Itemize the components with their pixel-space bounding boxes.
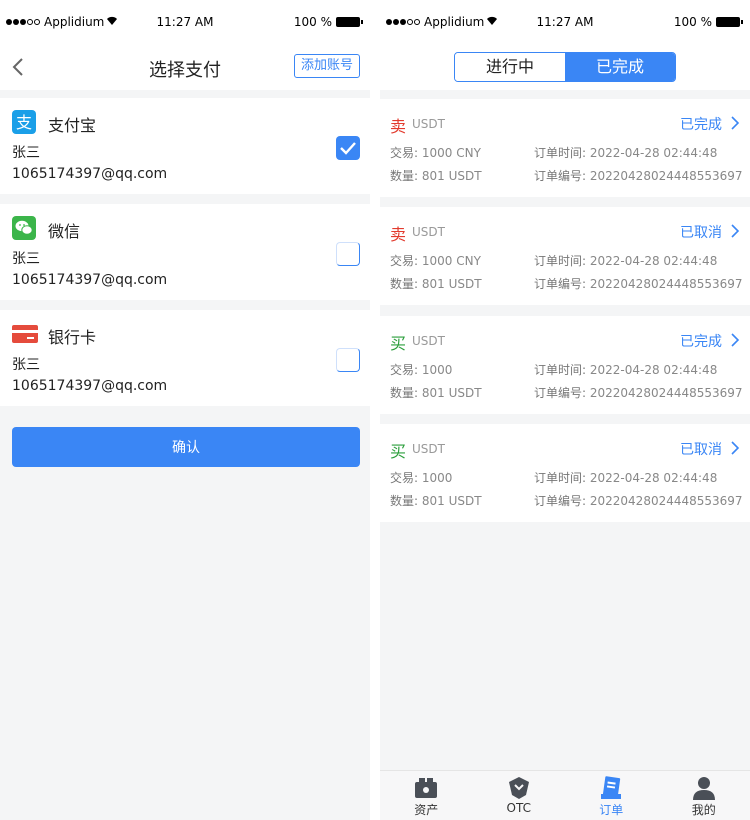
tab-completed[interactable]: 已完成: [565, 53, 675, 81]
payment-name: 微信: [48, 222, 81, 241]
nav-bar: 选择支付 添加账号: [0, 44, 370, 90]
tab-otc[interactable]: OTC: [473, 771, 566, 820]
wallet-icon: [415, 778, 438, 798]
order-side: 卖: [390, 117, 407, 136]
tab-in-progress[interactable]: 进行中: [455, 53, 565, 81]
orders-screen: Applidium 11:27 AM 100 % 进行中 已完成 卖 USDT …: [380, 0, 750, 820]
order-card[interactable]: 买 USDT 已取消 交易: 1000 数量: 801 USDT 订单时间: 2…: [380, 424, 750, 522]
order-tab-bar: 进行中 已完成: [380, 44, 750, 90]
payment-holder: 张三: [12, 145, 40, 161]
order-side: 买: [390, 442, 407, 461]
payment-method-bank-card[interactable]: 银行卡 张三 1065174397@qq.com: [0, 310, 370, 406]
chevron-right-icon: [731, 441, 740, 455]
battery-percent: 100 %: [673, 15, 712, 29]
checkbox-unchecked[interactable]: [336, 348, 360, 372]
order-side: 卖: [390, 225, 407, 244]
payment-name: 支付宝: [48, 116, 97, 135]
battery-icon: [716, 17, 743, 27]
wechat-icon: [12, 216, 36, 240]
order-no-row: 订单编号: 20220428024448553697: [534, 169, 743, 183]
order-status: 已完成: [680, 334, 722, 350]
alipay-icon: 支: [12, 110, 36, 134]
tab-assets[interactable]: 资产: [380, 771, 473, 820]
order-time-row: 订单时间: 2022-04-28 02:44:48: [534, 254, 718, 268]
battery-indicator: 100 %: [293, 15, 363, 29]
bottom-tab-bar: 资产 OTC 订单 我的: [380, 770, 750, 820]
checkbox-checked[interactable]: [336, 136, 360, 160]
order-time-row: 订单时间: 2022-04-28 02:44:48: [534, 146, 718, 160]
order-no-row: 订单编号: 20220428024448553697: [534, 277, 743, 291]
order-time-row: 订单时间: 2022-04-28 02:44:48: [534, 363, 718, 377]
order-icon: [601, 776, 622, 799]
otc-icon: [508, 777, 529, 799]
order-status: 已完成: [680, 117, 722, 133]
trade-row: 交易: 1000: [390, 363, 453, 377]
select-payment-screen: Applidium 11:27 AM 100 % 选择支付 添加账号 支 支付宝…: [0, 0, 370, 820]
trade-row: 交易: 1000 CNY: [390, 146, 481, 160]
chevron-right-icon: [731, 116, 740, 130]
payment-method-alipay[interactable]: 支 支付宝 张三 1065174397@qq.com: [0, 98, 370, 194]
order-card[interactable]: 卖 USDT 已取消 交易: 1000 CNY 数量: 801 USDT 订单时…: [380, 207, 750, 305]
tab-profile[interactable]: 我的: [658, 771, 750, 820]
quantity-row: 数量: 801 USDT: [390, 169, 482, 183]
payment-account: 1065174397@qq.com: [12, 272, 168, 288]
check-icon: [340, 142, 356, 155]
bank-card-icon: [12, 322, 38, 346]
order-coin: USDT: [412, 225, 445, 239]
battery-indicator: 100 %: [673, 15, 743, 29]
battery-icon: [336, 17, 363, 27]
battery-percent: 100 %: [293, 15, 332, 29]
quantity-row: 数量: 801 USDT: [390, 277, 482, 291]
order-card[interactable]: 卖 USDT 已完成 交易: 1000 CNY 数量: 801 USDT 订单时…: [380, 99, 750, 197]
add-account-button[interactable]: 添加账号: [293, 54, 360, 78]
order-no-row: 订单编号: 20220428024448553697: [534, 386, 743, 400]
tab-orders[interactable]: 订单: [565, 771, 658, 820]
order-coin: USDT: [412, 334, 445, 348]
order-side: 买: [390, 334, 407, 353]
order-status: 已取消: [680, 442, 722, 458]
segmented-control: 进行中 已完成: [454, 52, 676, 82]
trade-row: 交易: 1000: [390, 471, 453, 485]
svg-text:支: 支: [16, 113, 32, 132]
order-time-row: 订单时间: 2022-04-28 02:44:48: [534, 471, 718, 485]
order-no-row: 订单编号: 20220428024448553697: [534, 494, 743, 508]
payment-account: 1065174397@qq.com: [12, 378, 168, 394]
chevron-right-icon: [731, 333, 740, 347]
payment-name: 银行卡: [48, 328, 97, 347]
payment-holder: 张三: [12, 251, 40, 267]
trade-row: 交易: 1000 CNY: [390, 254, 481, 268]
checkbox-unchecked[interactable]: [336, 242, 360, 266]
payment-holder: 张三: [12, 357, 40, 373]
quantity-row: 数量: 801 USDT: [390, 494, 482, 508]
confirm-button[interactable]: 确认: [12, 427, 360, 467]
payment-account: 1065174397@qq.com: [12, 166, 168, 182]
status-bar: Applidium 11:27 AM 100 %: [0, 0, 370, 44]
quantity-row: 数量: 801 USDT: [390, 386, 482, 400]
chevron-right-icon: [731, 224, 740, 238]
order-status: 已取消: [680, 225, 722, 241]
status-bar: Applidium 11:27 AM 100 %: [380, 0, 750, 44]
payment-method-wechat[interactable]: 微信 张三 1065174397@qq.com: [0, 204, 370, 300]
order-card[interactable]: 买 USDT 已完成 交易: 1000 数量: 801 USDT 订单时间: 2…: [380, 316, 750, 414]
order-coin: USDT: [412, 442, 445, 456]
user-icon: [692, 777, 715, 800]
order-coin: USDT: [412, 117, 445, 131]
